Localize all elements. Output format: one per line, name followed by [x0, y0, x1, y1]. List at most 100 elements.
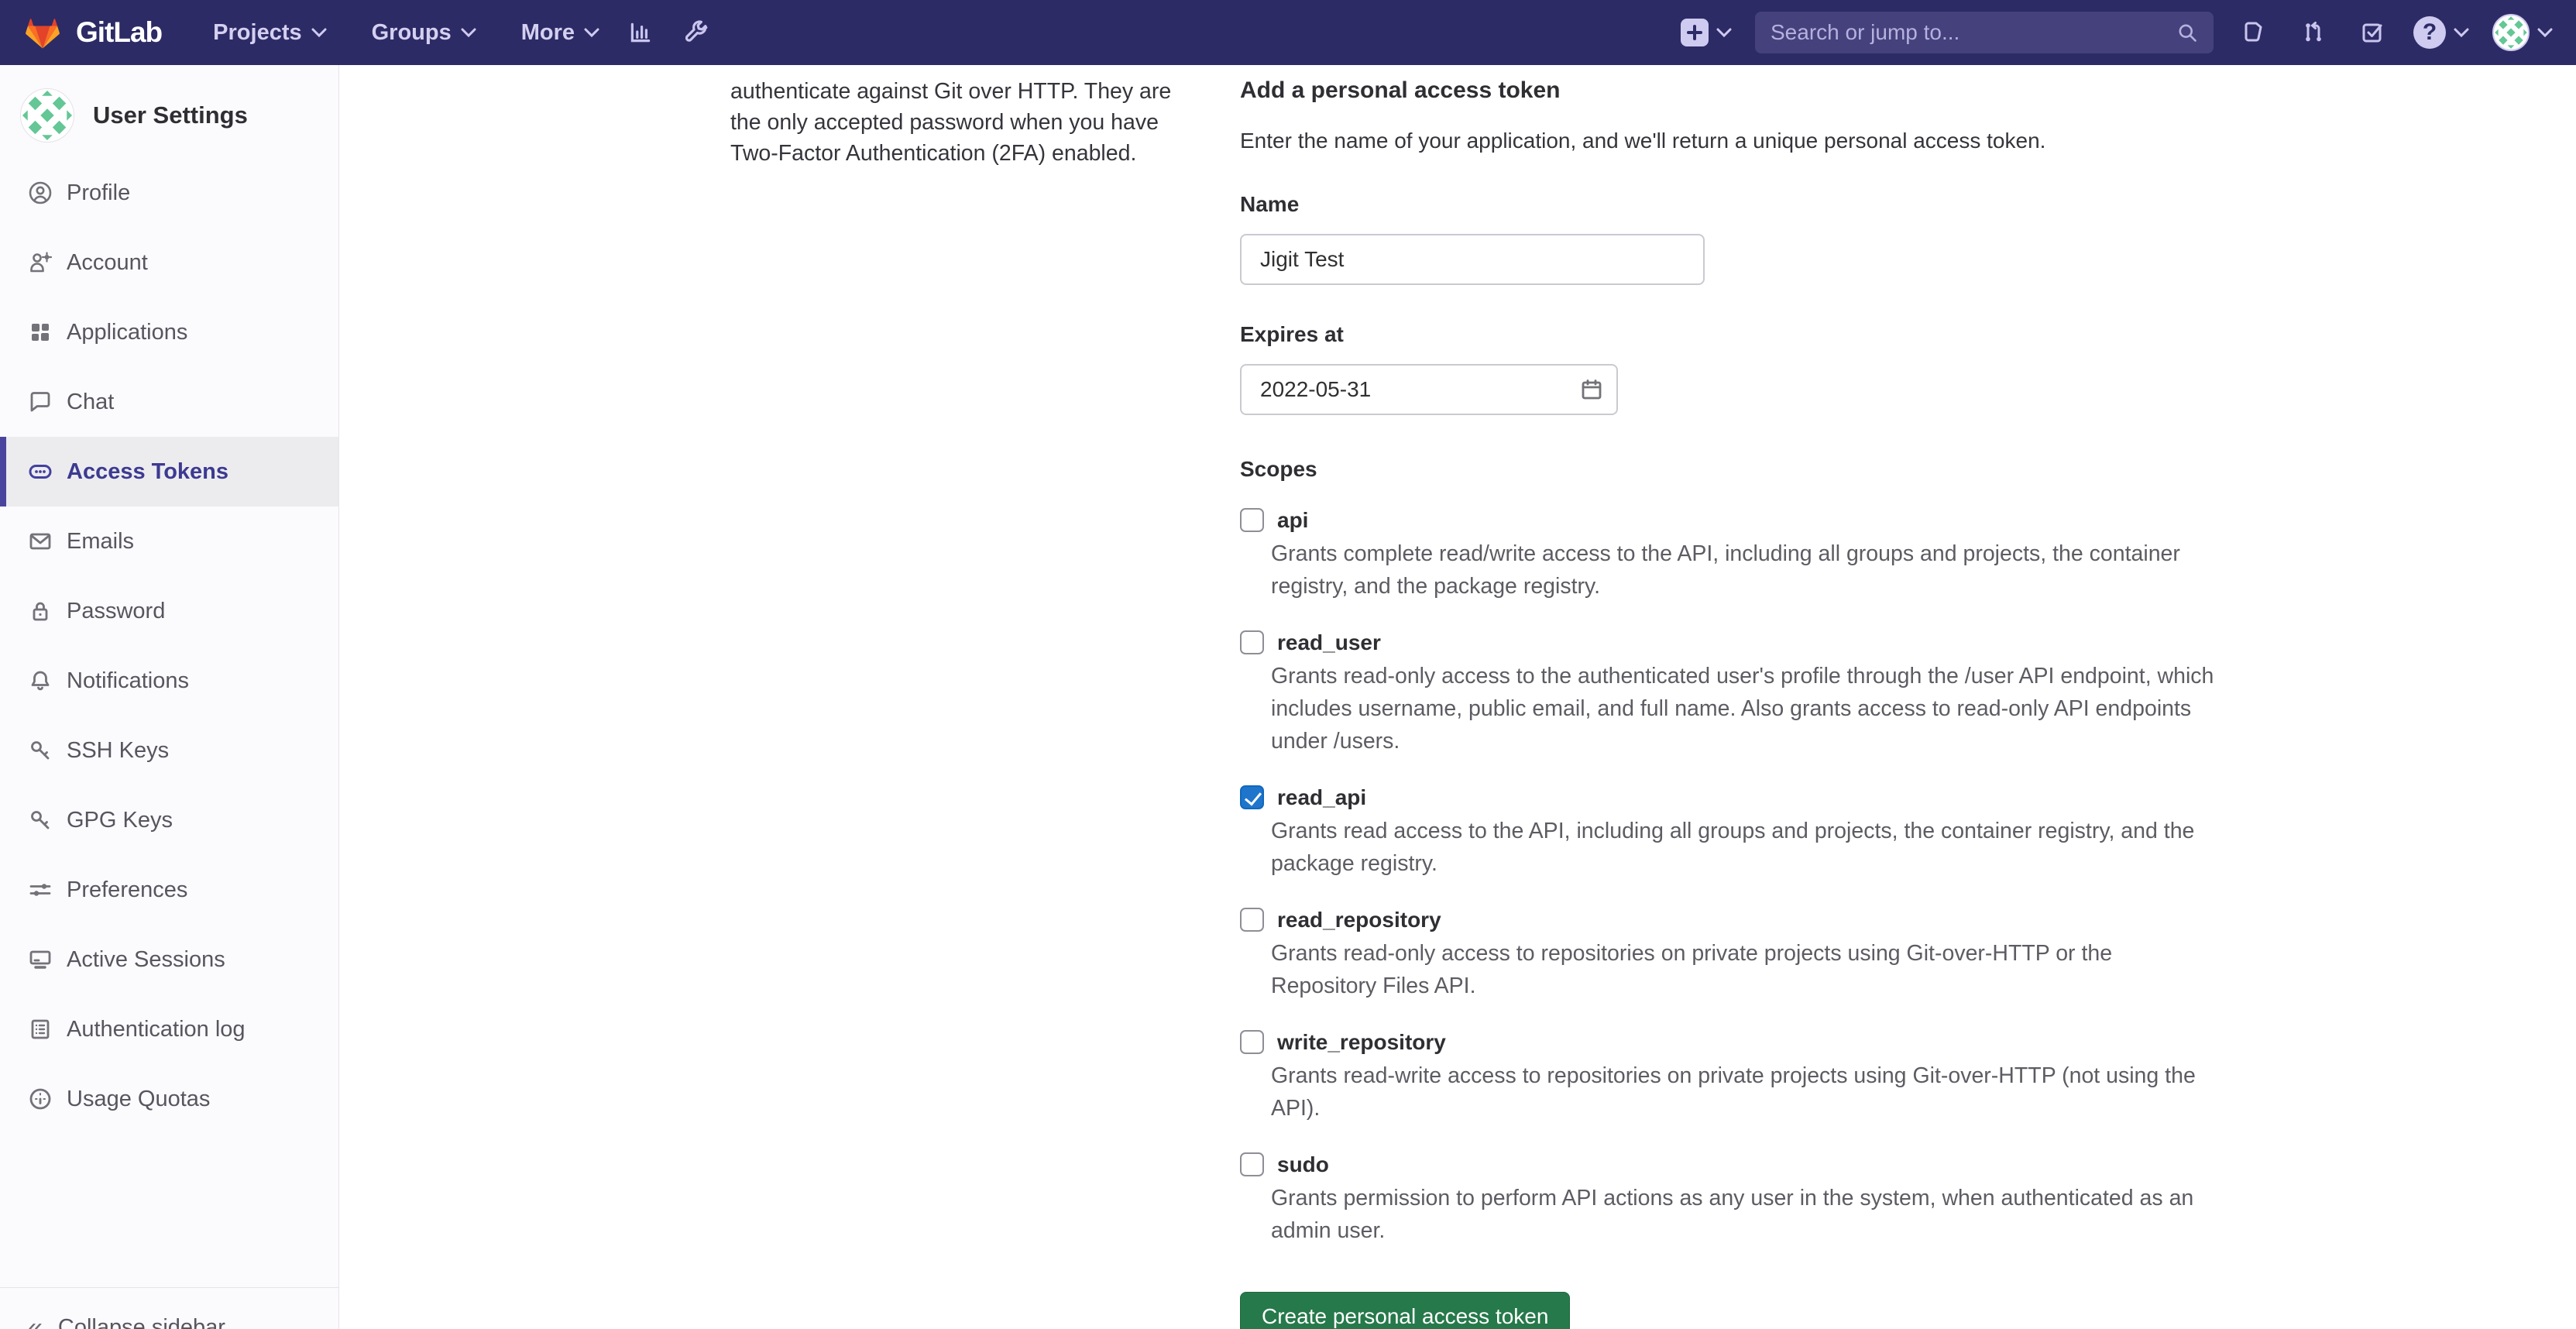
- scope-row-sudo: sudo Grants permission to perform API ac…: [1240, 1148, 2216, 1247]
- expires-at-label: Expires at: [1240, 322, 2216, 347]
- form-title: Add a personal access token: [1240, 77, 2216, 104]
- sidebar-item-notifications[interactable]: Notifications: [0, 646, 338, 716]
- chevron-down-icon: [2537, 28, 2553, 38]
- token-name-input[interactable]: [1240, 234, 1705, 285]
- scope-name: write_repository: [1277, 1025, 2216, 1059]
- scope-description: Grants read-only access to the authentic…: [1271, 660, 2214, 757]
- mail-icon: [28, 529, 53, 554]
- avatar: [2492, 14, 2530, 51]
- sidebar-item-applications[interactable]: Applications: [0, 297, 338, 367]
- grid-icon: [28, 320, 53, 345]
- todos-icon: [2360, 20, 2385, 45]
- new-menu-button[interactable]: [1681, 19, 1732, 46]
- plus-icon: [1681, 19, 1709, 46]
- scope-row-write-repository: write_repository Grants read-write acces…: [1240, 1025, 2216, 1125]
- user-menu-button[interactable]: [2492, 14, 2553, 51]
- lock-icon: [28, 599, 53, 623]
- expires-at-input[interactable]: [1240, 364, 1618, 415]
- collapse-sidebar-label: Collapse sidebar: [58, 1315, 225, 1329]
- scope-write-repository-checkbox[interactable]: [1240, 1030, 1264, 1054]
- scope-name: read_api: [1277, 781, 2216, 815]
- scope-description: Grants read access to the API, including…: [1271, 815, 2214, 880]
- gitlab-logo[interactable]: GitLab: [23, 15, 162, 50]
- user-gear-icon: [28, 250, 53, 275]
- scope-name: read_repository: [1277, 903, 2216, 937]
- sidebar-item-chat[interactable]: Chat: [0, 367, 338, 437]
- create-token-button[interactable]: Create personal access token: [1240, 1292, 1570, 1329]
- gauge-icon: [28, 1087, 53, 1111]
- scope-row-api: api Grants complete read/write access to…: [1240, 503, 2216, 603]
- sidebar-item-profile[interactable]: Profile: [0, 158, 338, 228]
- analytics-button[interactable]: [623, 15, 658, 50]
- sidebar-item-preferences[interactable]: Preferences: [0, 855, 338, 925]
- calendar-icon: [1579, 377, 1604, 402]
- bell-icon: [28, 668, 53, 693]
- scope-description: Grants read-only access to repositories …: [1271, 937, 2214, 1002]
- chevron-down-icon: [1716, 28, 1732, 38]
- sidebar-item-active-sessions[interactable]: Active Sessions: [0, 925, 338, 994]
- settings-sidebar: User Settings Profile: [0, 65, 339, 1329]
- page-title: User Settings: [93, 101, 248, 129]
- token-icon: [28, 459, 53, 484]
- help-icon: ?: [2413, 16, 2446, 49]
- sidebar-item-emails[interactable]: Emails: [0, 507, 338, 576]
- scope-description: Grants read-write access to repositories…: [1271, 1059, 2214, 1125]
- menu-groups[interactable]: Groups: [372, 20, 476, 46]
- form-subtitle: Enter the name of your application, and …: [1240, 125, 2216, 156]
- admin-area-button[interactable]: [678, 15, 714, 50]
- top-navbar: GitLab Projects Groups More: [0, 0, 2576, 65]
- scope-read-repository-checkbox[interactable]: [1240, 908, 1264, 932]
- scope-name: api: [1277, 503, 2216, 537]
- issues-icon: [2242, 20, 2267, 45]
- sidebar-item-ssh-keys[interactable]: SSH Keys: [0, 716, 338, 785]
- log-icon: [28, 1017, 53, 1042]
- scopes-label: Scopes: [1240, 457, 2216, 482]
- wrench-icon: [683, 19, 709, 46]
- menu-projects[interactable]: Projects: [213, 20, 326, 46]
- chevron-down-icon: [584, 28, 599, 38]
- avatar: [20, 88, 74, 143]
- navbar-right: ?: [1681, 12, 2553, 53]
- global-search: [1755, 12, 2214, 53]
- scope-api-checkbox[interactable]: [1240, 508, 1264, 532]
- scope-row-read-user: read_user Grants read-only access to the…: [1240, 626, 2216, 757]
- tanuki-icon: [23, 15, 62, 50]
- sidebar-item-gpg-keys[interactable]: GPG Keys: [0, 785, 338, 855]
- brand-wordmark: GitLab: [76, 16, 162, 49]
- navbar-shortcut-icons: [623, 15, 714, 50]
- todos-button[interactable]: [2354, 15, 2390, 50]
- menu-more[interactable]: More: [521, 20, 599, 46]
- sidebar-item-password[interactable]: Password: [0, 576, 338, 646]
- scope-read-user-checkbox[interactable]: [1240, 630, 1264, 654]
- scope-name: read_user: [1277, 626, 2216, 660]
- scope-description: Grants permission to perform API actions…: [1271, 1182, 2214, 1247]
- scope-row-read-repository: read_repository Grants read-only access …: [1240, 903, 2216, 1002]
- sidebar-item-account[interactable]: Account: [0, 228, 338, 297]
- name-label: Name: [1240, 192, 2216, 217]
- key-icon: [28, 738, 53, 763]
- user-icon: [28, 180, 53, 205]
- scope-name: sudo: [1277, 1148, 2216, 1182]
- scope-description: Grants complete read/write access to the…: [1271, 537, 2214, 603]
- chevron-down-icon: [2454, 28, 2469, 38]
- issues-button[interactable]: [2237, 15, 2272, 50]
- sliders-icon: [28, 877, 53, 902]
- merge-requests-button[interactable]: [2296, 15, 2331, 50]
- sidebar-item-usage-quotas[interactable]: Usage Quotas: [0, 1064, 338, 1134]
- main-content: authenticate against Git over HTTP. They…: [339, 0, 2576, 1329]
- comment-icon: [28, 390, 53, 414]
- sidebar-item-access-tokens[interactable]: Access Tokens: [0, 437, 338, 507]
- collapse-sidebar-button[interactable]: « Collapse sidebar: [0, 1287, 338, 1329]
- sidebar-item-authentication-log[interactable]: Authentication log: [0, 994, 338, 1064]
- scope-row-read-api: read_api Grants read access to the API, …: [1240, 781, 2216, 880]
- scope-sudo-checkbox[interactable]: [1240, 1152, 1264, 1176]
- section-description: authenticate against Git over HTTP. They…: [730, 76, 1181, 1329]
- monitor-icon: [28, 947, 53, 972]
- primary-menu: Projects Groups More: [213, 20, 599, 46]
- search-input[interactable]: [1771, 20, 2176, 45]
- key-icon: [28, 808, 53, 833]
- sidebar-header: User Settings: [0, 65, 338, 143]
- search-icon: [2176, 22, 2198, 43]
- scope-read-api-checkbox[interactable]: [1240, 785, 1264, 809]
- help-menu-button[interactable]: ?: [2413, 16, 2469, 49]
